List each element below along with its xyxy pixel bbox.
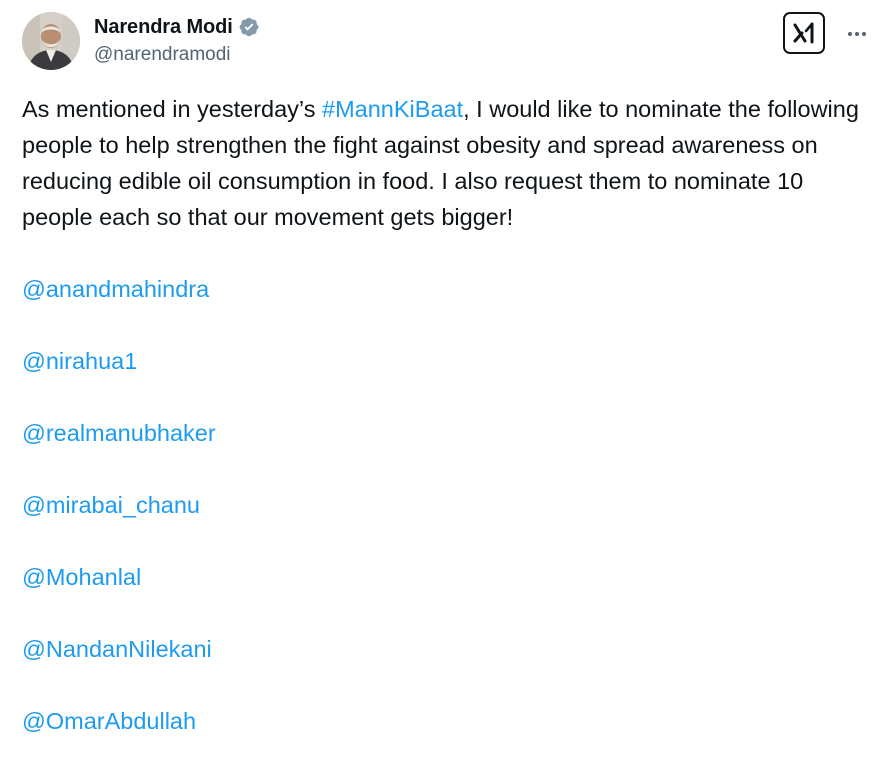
mention-link-omarabdullah[interactable]: @OmarAbdullah [22, 708, 196, 734]
grok-button[interactable] [783, 12, 825, 54]
avatar-image [22, 12, 80, 70]
mention-item: @nirahua1 [22, 343, 872, 415]
mention-link-anandmahindra[interactable]: @anandmahindra [22, 276, 209, 302]
mention-link-realmanubhaker[interactable]: @realmanubhaker [22, 420, 216, 446]
hashtag-link[interactable]: #MannKiBaat [322, 96, 463, 122]
mention-link-nirahua1[interactable]: @nirahua1 [22, 348, 137, 374]
mention-item: @OmarAbdullah [22, 703, 872, 775]
author-display-name[interactable]: Narendra Modi [94, 16, 233, 39]
post-header: Narendra Modi @narendramodi [22, 12, 871, 74]
post-text: As mentioned in yesterday’s #MannKiBaat,… [22, 91, 872, 235]
grok-logo-icon [793, 22, 814, 44]
mention-item: @mirabai_chanu [22, 487, 872, 559]
mention-link-mirabai-chanu[interactable]: @mirabai_chanu [22, 492, 200, 518]
mention-list: @anandmahindra @nirahua1 @realmanubhaker… [22, 271, 872, 775]
author-name-row: Narendra Modi [94, 14, 260, 40]
mention-item: @realmanubhaker [22, 415, 872, 487]
mention-item: @NandanNilekani [22, 631, 872, 703]
verified-checkmark-icon[interactable] [238, 16, 260, 38]
post-text-before: As mentioned in yesterday’s [22, 96, 323, 122]
avatar[interactable] [22, 12, 80, 70]
more-options-icon [848, 32, 866, 36]
more-options-button[interactable] [843, 20, 871, 48]
post-content: As mentioned in yesterday’s #MannKiBaat,… [22, 91, 872, 775]
mention-link-mohanlal[interactable]: @Mohanlal [22, 564, 141, 590]
mention-link-nandannilekani[interactable]: @NandanNilekani [22, 636, 212, 662]
author-handle[interactable]: @narendramodi [94, 44, 260, 66]
mention-item: @Mohanlal [22, 559, 872, 631]
post-card: Narendra Modi @narendramodi As mentioned… [0, 0, 889, 769]
mention-item: @anandmahindra [22, 271, 872, 343]
author-info: Narendra Modi @narendramodi [94, 14, 260, 66]
